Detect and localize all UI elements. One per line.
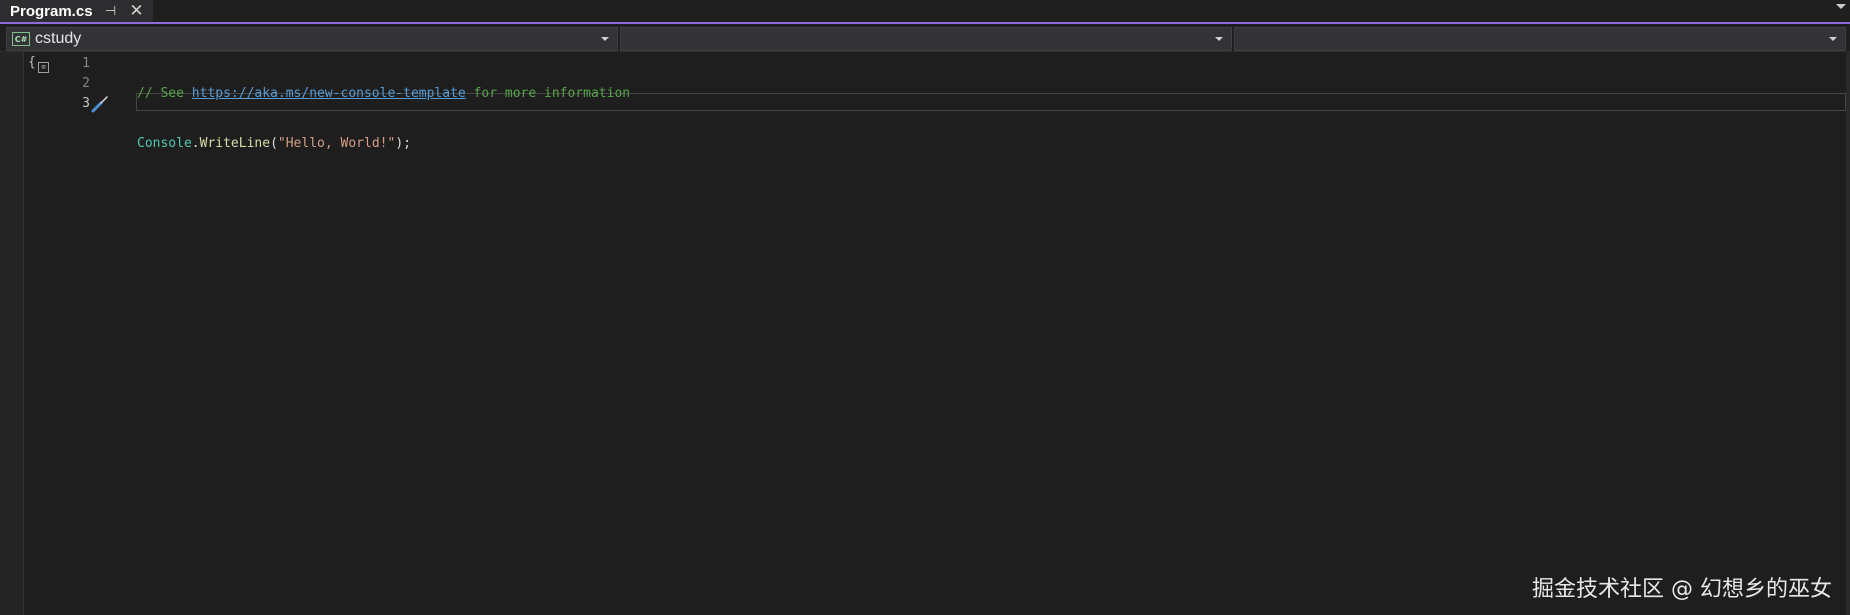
editor-left-margin	[0, 52, 24, 615]
project-dropdown-label: cstudy	[35, 30, 82, 47]
line-numbers: 1 2 3	[54, 54, 90, 114]
code-area[interactable]: // See https://aka.ms/new-console-templa…	[137, 54, 630, 234]
template-link[interactable]: https://aka.ms/new-console-template	[192, 86, 466, 101]
tab-overflow-chevron-down-icon[interactable]	[1836, 4, 1846, 9]
document-tab-strip: Program.cs ⊣ ✕	[0, 0, 1850, 24]
string-literal: "Hello, World!"	[277, 136, 396, 151]
class-identifier: Console	[137, 136, 192, 151]
line-number: 1	[82, 56, 90, 71]
chevron-down-icon	[1215, 37, 1223, 41]
punctuation: (	[270, 136, 278, 151]
line-number: 3	[82, 96, 90, 111]
punctuation: .	[191, 136, 200, 151]
member-dropdown[interactable]	[1234, 27, 1846, 51]
chevron-down-icon	[1829, 37, 1837, 41]
close-icon[interactable]: ✕	[129, 2, 145, 20]
csharp-file-icon: C#	[12, 32, 30, 46]
pin-icon[interactable]: ⊣	[103, 4, 119, 19]
tab-title: Program.cs	[10, 2, 93, 20]
chevron-down-icon	[601, 37, 609, 41]
navigation-bar: C# cstudy	[0, 26, 1850, 52]
tab-program-cs[interactable]: Program.cs ⊣ ✕	[0, 0, 153, 22]
fold-brace-icon[interactable]: {⊠	[28, 55, 50, 73]
method-identifier: WriteLine	[199, 136, 271, 151]
line-number: 2	[82, 76, 90, 91]
punctuation: );	[395, 136, 411, 151]
comment-text: for more information	[465, 86, 631, 101]
project-dropdown[interactable]: C# cstudy	[6, 27, 618, 51]
vertical-scrollbar[interactable]	[1846, 52, 1850, 615]
quick-actions-screwdriver-icon[interactable]	[90, 95, 110, 113]
code-line-2[interactable]: Console.WriteLine("Hello, World!");	[137, 134, 630, 154]
comment-text: // See	[137, 86, 192, 101]
type-dropdown[interactable]	[620, 27, 1232, 51]
code-line-1[interactable]: // See https://aka.ms/new-console-templa…	[137, 84, 630, 104]
code-editor[interactable]: {⊠ 1 2 3 // See https://aka.ms/new-conso…	[0, 52, 1850, 615]
code-line-3[interactable]	[137, 184, 630, 204]
watermark: 掘金技术社区 @ 幻想乡的巫女	[1532, 577, 1832, 602]
